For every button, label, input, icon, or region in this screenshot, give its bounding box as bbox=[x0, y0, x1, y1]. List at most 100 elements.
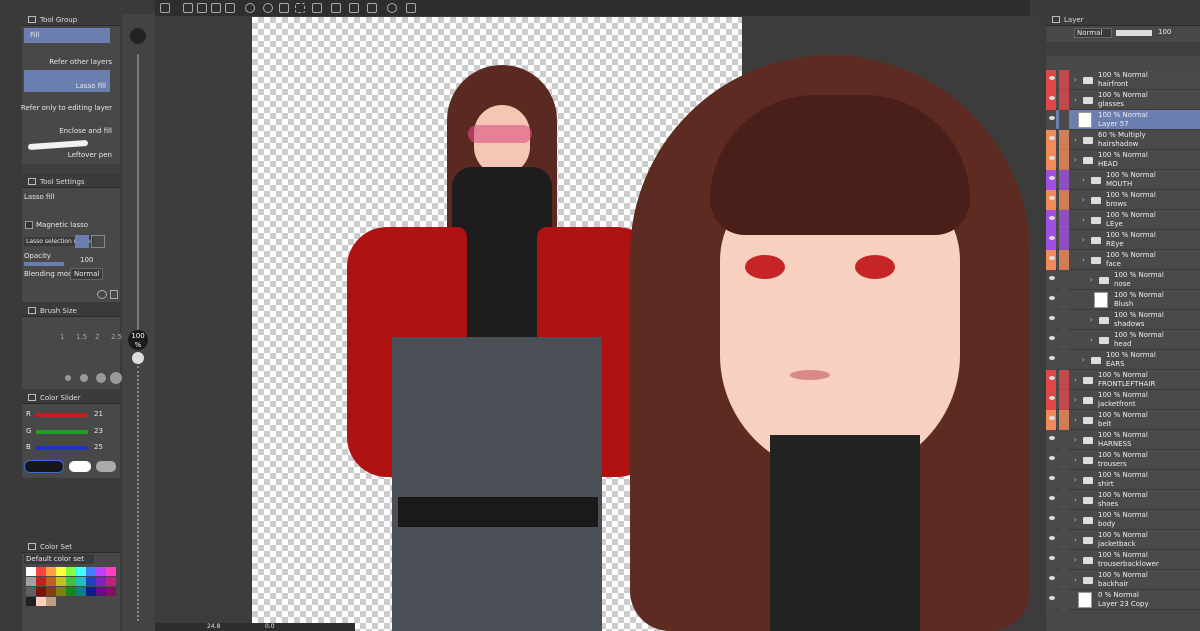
layer-opacity-slider[interactable] bbox=[1116, 30, 1152, 36]
select-all-icon[interactable] bbox=[312, 3, 322, 13]
visibility-eye-icon[interactable] bbox=[1049, 136, 1055, 140]
size-slider-handle[interactable] bbox=[132, 352, 144, 364]
color-swatch[interactable] bbox=[86, 577, 96, 586]
color-swatch[interactable] bbox=[76, 567, 86, 576]
layer-lock-toggle[interactable] bbox=[1059, 330, 1069, 350]
redo-icon[interactable] bbox=[263, 3, 273, 13]
layer-row[interactable]: › 100 % Normal belt bbox=[1046, 410, 1200, 430]
color-swatch[interactable] bbox=[66, 567, 76, 576]
tool-property-button[interactable] bbox=[97, 290, 107, 299]
tool-enclose-and-fill[interactable]: Enclose and fill bbox=[59, 127, 112, 135]
transform-icon[interactable] bbox=[295, 3, 305, 13]
export-icon[interactable] bbox=[225, 3, 235, 13]
color-swatch[interactable] bbox=[46, 567, 56, 576]
undo-icon[interactable] bbox=[245, 3, 255, 13]
navigator-icon[interactable] bbox=[160, 3, 170, 13]
color-swatch[interactable] bbox=[56, 587, 66, 596]
visibility-eye-icon[interactable] bbox=[1049, 296, 1055, 300]
brush-size-dot[interactable] bbox=[80, 374, 88, 382]
layer-lock-toggle[interactable] bbox=[1059, 170, 1069, 190]
layer-row[interactable]: › 100 % Normal shirt bbox=[1046, 470, 1200, 490]
color-swatch[interactable] bbox=[46, 577, 56, 586]
visibility-eye-icon[interactable] bbox=[1049, 76, 1055, 80]
layer-lock-toggle[interactable] bbox=[1059, 450, 1069, 470]
brush-size-dot[interactable] bbox=[96, 373, 106, 383]
folder-expand-icon[interactable]: › bbox=[1074, 436, 1077, 444]
blue-channel-slider[interactable] bbox=[36, 446, 88, 450]
folder-expand-icon[interactable]: › bbox=[1074, 156, 1077, 164]
tool-lasso-fill[interactable]: Lasso fill bbox=[24, 70, 110, 92]
layer-lock-toggle[interactable] bbox=[1059, 490, 1069, 510]
folder-expand-icon[interactable]: › bbox=[1074, 416, 1077, 424]
color-swatch[interactable] bbox=[36, 597, 46, 606]
layer-row[interactable]: › 100 % Normal brows bbox=[1046, 190, 1200, 210]
polyline-mode-button[interactable] bbox=[91, 235, 105, 248]
layer-row[interactable]: › 100 % Normal HARNESS bbox=[1046, 430, 1200, 450]
folder-expand-icon[interactable]: › bbox=[1082, 196, 1085, 204]
layer-lock-toggle[interactable] bbox=[1059, 70, 1069, 90]
layer-row[interactable]: › 100 % Normal EARS bbox=[1046, 350, 1200, 370]
layer-row[interactable]: › 100 % Normal HEAD bbox=[1046, 150, 1200, 170]
layer-lock-toggle[interactable] bbox=[1059, 210, 1069, 230]
visibility-eye-icon[interactable] bbox=[1049, 376, 1055, 380]
visibility-eye-icon[interactable] bbox=[1049, 196, 1055, 200]
layer-lock-toggle[interactable] bbox=[1059, 290, 1069, 310]
layer-lock-toggle[interactable] bbox=[1059, 510, 1069, 530]
folder-expand-icon[interactable]: › bbox=[1074, 516, 1077, 524]
save-icon[interactable] bbox=[211, 3, 221, 13]
layer-lock-toggle[interactable] bbox=[1059, 110, 1069, 130]
tool-refer-other-layers[interactable]: Refer other layers bbox=[49, 58, 112, 66]
folder-expand-icon[interactable]: › bbox=[1082, 176, 1085, 184]
layer-lock-toggle[interactable] bbox=[1059, 370, 1069, 390]
layer-lock-toggle[interactable] bbox=[1059, 470, 1069, 490]
color-swatch[interactable] bbox=[86, 587, 96, 596]
visibility-eye-icon[interactable] bbox=[1049, 156, 1055, 160]
visibility-eye-icon[interactable] bbox=[1049, 276, 1055, 280]
visibility-eye-icon[interactable] bbox=[1049, 356, 1055, 360]
visibility-eye-icon[interactable] bbox=[1049, 496, 1055, 500]
layer-row[interactable]: › 100 % Normal shoes bbox=[1046, 490, 1200, 510]
layer-row[interactable]: › 100 % Normal nose bbox=[1046, 270, 1200, 290]
visibility-eye-icon[interactable] bbox=[1049, 176, 1055, 180]
layer-row[interactable]: › 100 % Normal hairfront bbox=[1046, 70, 1200, 90]
layer-lock-toggle[interactable] bbox=[1059, 310, 1069, 330]
visibility-eye-icon[interactable] bbox=[1049, 456, 1055, 460]
color-swatch[interactable] bbox=[36, 567, 46, 576]
brush-size-dot[interactable] bbox=[110, 372, 122, 384]
folder-expand-icon[interactable]: › bbox=[1090, 316, 1093, 324]
color-swatch[interactable] bbox=[36, 587, 46, 596]
zoom-value[interactable]: 24.8 bbox=[207, 623, 220, 630]
green-channel-value[interactable]: 23 bbox=[94, 427, 103, 435]
transparent-color-swatch[interactable] bbox=[96, 461, 116, 472]
layer-opacity-value[interactable]: 100 bbox=[1158, 28, 1171, 36]
brush-size-dot[interactable] bbox=[65, 375, 71, 381]
visibility-eye-icon[interactable] bbox=[1049, 316, 1055, 320]
layer-lock-toggle[interactable] bbox=[1059, 530, 1069, 550]
visibility-eye-icon[interactable] bbox=[1049, 536, 1055, 540]
color-swatch-grid[interactable] bbox=[26, 567, 116, 619]
crop-icon[interactable] bbox=[349, 3, 359, 13]
folder-expand-icon[interactable]: › bbox=[1074, 536, 1077, 544]
layer-lock-toggle[interactable] bbox=[1059, 130, 1069, 150]
visibility-eye-icon[interactable] bbox=[1049, 116, 1055, 120]
folder-expand-icon[interactable]: › bbox=[1074, 76, 1077, 84]
visibility-eye-icon[interactable] bbox=[1049, 336, 1055, 340]
layer-lock-toggle[interactable] bbox=[1059, 390, 1069, 410]
layer-lock-toggle[interactable] bbox=[1059, 550, 1069, 570]
color-swatch[interactable] bbox=[76, 587, 86, 596]
layer-row[interactable]: 100 % Normal Layer 57 bbox=[1046, 110, 1200, 130]
color-swatch[interactable] bbox=[86, 567, 96, 576]
color-swatch[interactable] bbox=[76, 577, 86, 586]
folder-expand-icon[interactable]: › bbox=[1082, 216, 1085, 224]
layer-row[interactable]: › 100 % Normal jacketback bbox=[1046, 530, 1200, 550]
visibility-eye-icon[interactable] bbox=[1049, 216, 1055, 220]
layer-lock-toggle[interactable] bbox=[1059, 150, 1069, 170]
visibility-eye-icon[interactable] bbox=[1049, 596, 1055, 600]
color-swatch[interactable] bbox=[106, 587, 116, 596]
color-swatch[interactable] bbox=[56, 577, 66, 586]
layer-row[interactable]: › 100 % Normal FRONTLEFTHAIR bbox=[1046, 370, 1200, 390]
layer-row[interactable]: 100 % Normal Blush bbox=[1046, 290, 1200, 310]
folder-expand-icon[interactable]: › bbox=[1074, 556, 1077, 564]
color-swatch[interactable] bbox=[36, 577, 46, 586]
tool-leftover-pen[interactable]: Leftover pen bbox=[68, 151, 112, 159]
